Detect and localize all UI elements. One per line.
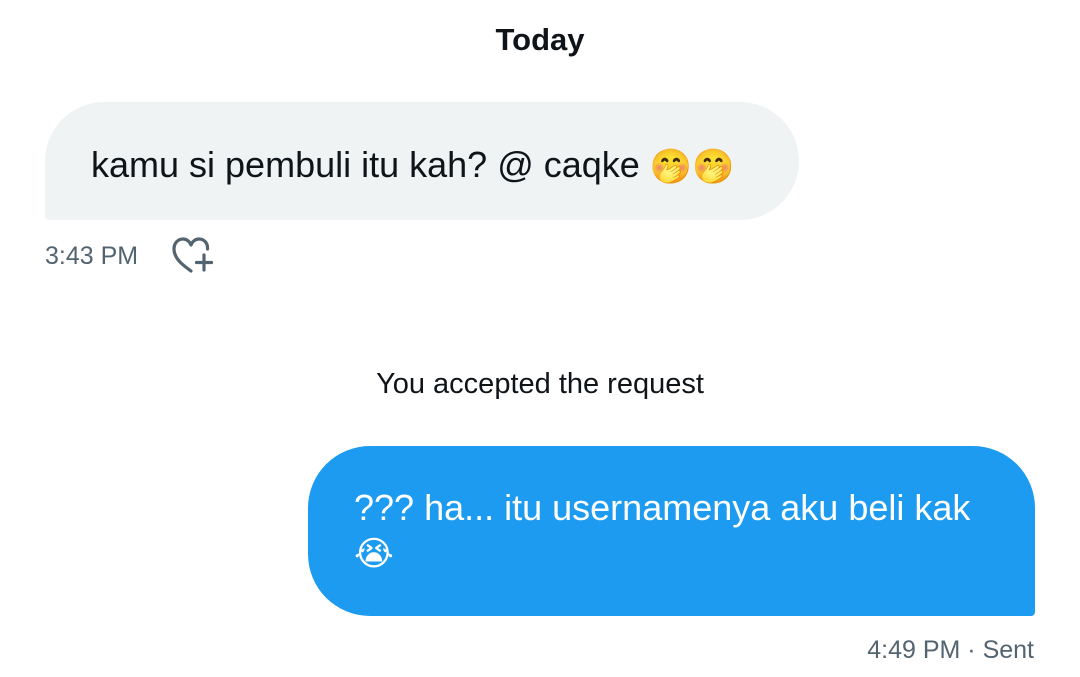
meta-separator: · (960, 636, 983, 664)
sent-message-bubble[interactable]: ??? ha... itu usernamenya aku beli kak 😭 (308, 446, 1035, 616)
sent-message-text: ??? ha... itu usernamenya aku beli kak (354, 487, 971, 528)
face-with-hand-over-mouth-emoji: 🤭🤭 (649, 147, 735, 188)
date-header: Today (495, 22, 585, 57)
received-message-bubble[interactable]: kamu si pembuli itu kah? @ caqke 🤭🤭 (45, 102, 799, 220)
delivery-status: Sent (982, 636, 1034, 664)
request-accepted-notice: You accepted the request (376, 368, 704, 400)
received-message-text: kamu si pembuli itu kah? @ caqke (91, 144, 650, 185)
loudly-crying-face-emoji: 😭 (354, 534, 394, 575)
received-message-timestamp: 3:43 PM (45, 242, 139, 270)
sent-message-meta: 4:49 PM · Sent (867, 635, 1034, 665)
sent-message-timestamp: 4:49 PM (867, 636, 961, 664)
heart-plus-icon (172, 237, 214, 273)
react-button[interactable] (170, 234, 216, 276)
